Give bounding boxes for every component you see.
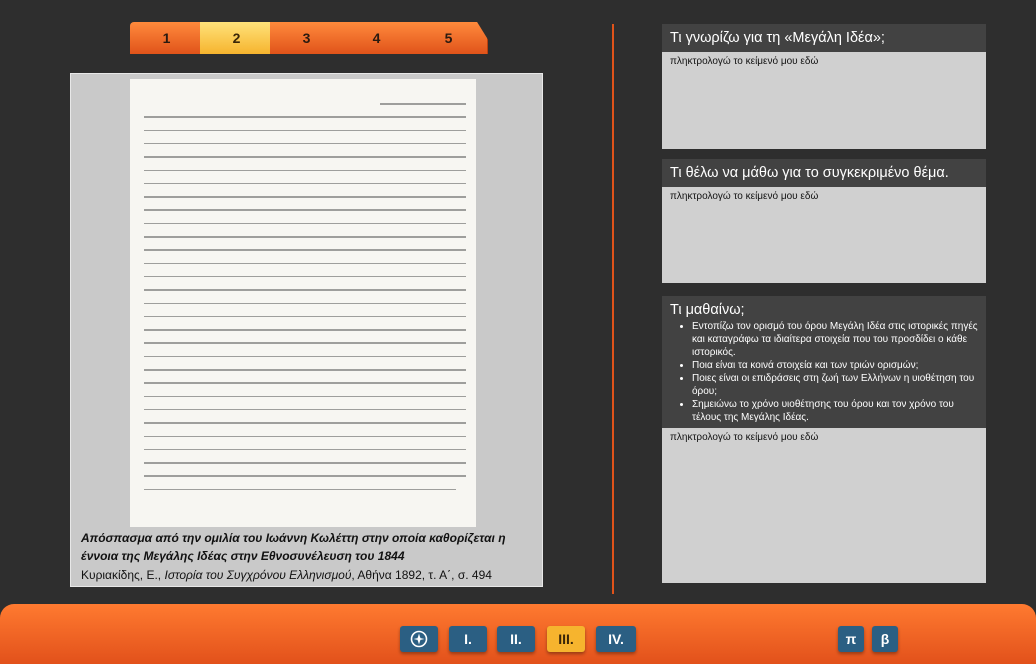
- know-text-area[interactable]: πληκτρολογώ το κείμενό μου εδώ: [662, 52, 986, 149]
- scan-text-line: [144, 209, 466, 211]
- scan-text-line: [144, 369, 466, 371]
- learn-bullet: Ποια είναι τα κοινά στοιχεία και των τρι…: [692, 359, 978, 372]
- learn-title: Τι μαθαίνω;: [670, 302, 745, 318]
- tab-1[interactable]: 1: [130, 22, 204, 54]
- know-title: Τι γνωρίζω για τη «Μεγάλη Ιδέα»;: [662, 24, 986, 52]
- scan-text-line: [144, 116, 466, 118]
- vertical-divider: [612, 24, 614, 594]
- scan-text-line: [144, 462, 466, 464]
- scan-text-line: [144, 275, 466, 278]
- scan-text-line: [144, 262, 466, 265]
- scan-text-line: [144, 315, 466, 318]
- scan-text-line: [144, 342, 466, 344]
- citation-author: Κυριακίδης, Ε.,: [81, 568, 165, 582]
- scan-text-line: [144, 222, 466, 225]
- section-ii-button[interactable]: II.: [497, 626, 535, 652]
- scanned-text-image: [130, 79, 476, 527]
- scan-text-line: [144, 448, 466, 451]
- want-box: Τι θέλω να μάθω για το συγκεκριμένο θέμα…: [662, 159, 986, 283]
- next-button[interactable]: β: [872, 626, 898, 652]
- section-i-button[interactable]: I.: [449, 626, 487, 652]
- want-text-area[interactable]: πληκτρολογώ το κείμενό μου εδώ: [662, 187, 986, 283]
- learn-text-area[interactable]: πληκτρολογώ το κείμενό μου εδώ: [662, 428, 986, 583]
- scan-text-line: [144, 156, 466, 158]
- scan-text-line: [144, 382, 466, 384]
- citation-title: Ιστορία του Συγχρόνου Ελληνισμού: [164, 568, 352, 582]
- scan-text-line: [144, 408, 466, 411]
- tab-5[interactable]: 5: [410, 22, 488, 54]
- source-panel: Απόσπασμα από την ομιλία του Ιωάννη Κωλέ…: [70, 73, 543, 587]
- scan-text-line: [144, 395, 466, 398]
- scan-text-line: [144, 249, 466, 251]
- know-box: Τι γνωρίζω για τη «Μεγάλη Ιδέα»; πληκτρο…: [662, 24, 986, 149]
- learn-bullet: Εντοπίζω τον ορισμό του όρου Μεγάλη Ιδέα…: [692, 320, 978, 359]
- tab-2[interactable]: 2: [200, 22, 274, 54]
- learn-bullets: Εντοπίζω τον ορισμό του όρου Μεγάλη Ιδέα…: [670, 320, 978, 424]
- scan-text-line: [380, 103, 466, 105]
- scan-text-line: [144, 182, 466, 185]
- tab-3[interactable]: 3: [270, 22, 344, 54]
- learn-bullet: Ποιες είναι οι επιδράσεις στη ζωή των Ελ…: [692, 372, 978, 398]
- section-iii-button[interactable]: III.: [547, 626, 585, 652]
- tab-4[interactable]: 4: [340, 22, 414, 54]
- bottom-nav-bar: I. II. III. IV. π β: [0, 604, 1036, 664]
- prev-button[interactable]: π: [838, 626, 864, 652]
- want-title: Τι θέλω να μάθω για το συγκεκριμένο θέμα…: [662, 159, 986, 187]
- learn-header: Τι μαθαίνω; Εντοπίζω τον ορισμό του όρου…: [662, 296, 986, 428]
- scan-text-line: [144, 475, 466, 477]
- citation-details: , Αθήνα 1892, τ. Α΄, σ. 494: [351, 568, 492, 582]
- scan-text-line: [144, 236, 466, 238]
- compass-button[interactable]: [400, 626, 438, 652]
- source-caption: Απόσπασμα από την ομιλία του Ιωάννη Κωλέ…: [81, 531, 506, 563]
- compass-icon: [410, 630, 428, 648]
- scan-text-line: [144, 129, 466, 132]
- scan-text-line: [144, 196, 466, 198]
- scan-text-line: [144, 422, 466, 424]
- scan-text-line: [144, 142, 466, 145]
- learn-bullet: Σημειώνω το χρόνο υιοθέτησης του όρου κα…: [692, 398, 978, 424]
- scan-text-line: [144, 355, 466, 358]
- scan-text-line: [144, 302, 466, 304]
- scan-text-line: [144, 488, 456, 491]
- section-iv-button[interactable]: IV.: [596, 626, 636, 652]
- learn-box: Τι μαθαίνω; Εντοπίζω τον ορισμό του όρου…: [662, 296, 986, 583]
- scan-text-line: [144, 289, 466, 291]
- scan-text-line: [144, 329, 466, 331]
- scan-text-line: [144, 435, 466, 437]
- scan-text-line: [144, 169, 466, 171]
- source-citation: Κυριακίδης, Ε., Ιστορία του Συγχρόνου Ελ…: [81, 568, 492, 582]
